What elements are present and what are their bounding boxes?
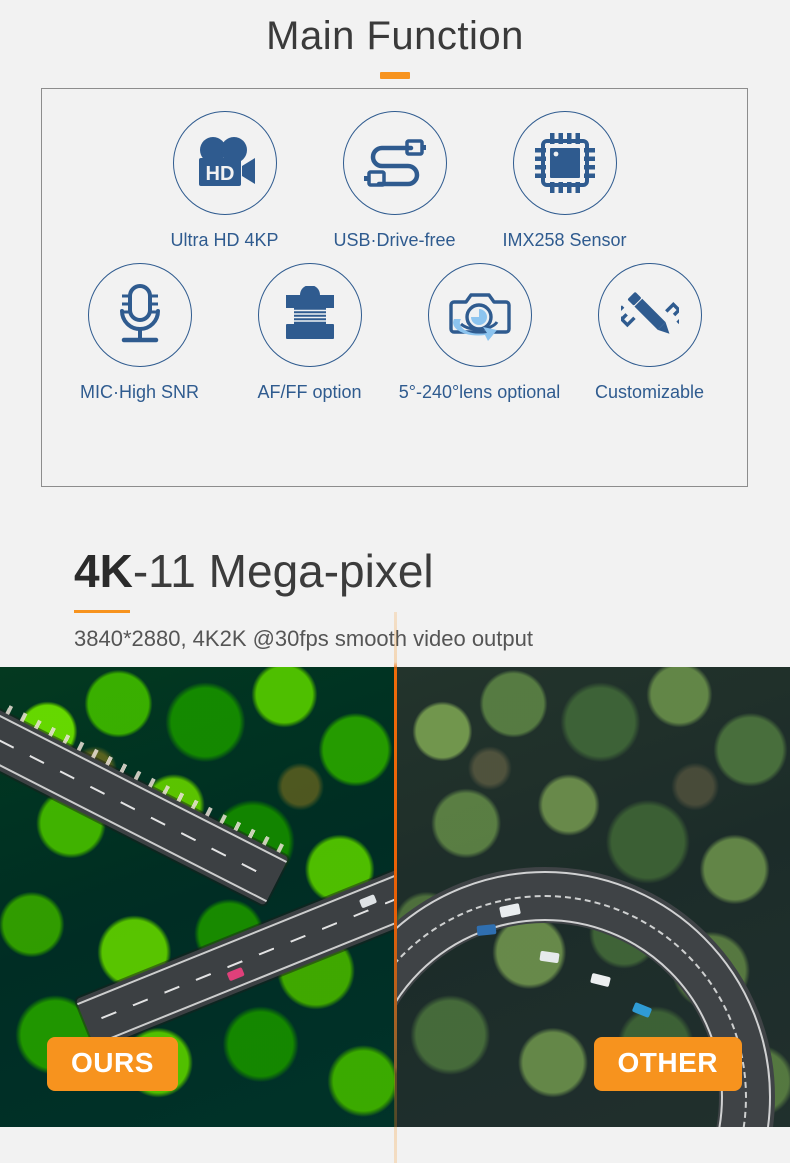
headline-subtitle: 3840*2880, 4K2K @30fps smooth video outp… bbox=[74, 626, 533, 651]
feature-item-mic-high-snr[interactable]: MIC·High SNR bbox=[55, 263, 225, 403]
camera-rotate-icon bbox=[427, 263, 532, 367]
feature-label: Customizable bbox=[594, 382, 705, 402]
usb-cable-icon bbox=[342, 111, 447, 215]
lens-focus-icon bbox=[257, 263, 362, 367]
feature-label: Ultra HD 4KP bbox=[170, 230, 279, 250]
svg-text:HD: HD bbox=[205, 163, 234, 185]
headline-block: 4K-11 Mega-pixel 3840*2880, 4K2K @30fps … bbox=[74, 540, 533, 653]
feature-item-customizable[interactable]: Customizable bbox=[565, 263, 735, 403]
feature-row-1: HD Ultra HD 4KP USB·Drive-free IMX258 Se… bbox=[42, 111, 747, 251]
tag-ours: OURS bbox=[47, 1037, 178, 1091]
chip-sensor-icon bbox=[512, 111, 617, 215]
car bbox=[226, 966, 245, 982]
headline-text: 4K-11 Mega-pixel bbox=[74, 540, 533, 602]
microphone-icon bbox=[87, 263, 192, 367]
camcorder-hd-icon: HD bbox=[172, 111, 277, 215]
feature-row-2: MIC·High SNR AF/FF option 5°-240°lens op… bbox=[42, 263, 747, 403]
feature-item-usb-drive-free[interactable]: USB·Drive-free bbox=[310, 111, 480, 251]
headline-accent-underline bbox=[74, 610, 130, 613]
feature-label: USB·Drive-free bbox=[333, 230, 456, 250]
tag-other: OTHER bbox=[593, 1037, 742, 1091]
page-title: Main Function bbox=[266, 14, 524, 58]
feature-item-imx258-sensor[interactable]: IMX258 Sensor bbox=[480, 111, 650, 251]
feature-item-lens-optional[interactable]: 5°-240°lens optional bbox=[395, 263, 565, 403]
headline-strong: 4K bbox=[74, 545, 133, 597]
feature-label: IMX258 Sensor bbox=[502, 230, 627, 250]
comparison-divider bbox=[394, 612, 397, 1163]
headline-rest: -11 Mega-pixel bbox=[132, 545, 434, 597]
pencil-ruler-icon bbox=[597, 263, 702, 367]
feature-item-ultra-hd[interactable]: HD Ultra HD 4KP bbox=[140, 111, 310, 251]
feature-label: 5°-240°lens optional bbox=[398, 382, 561, 402]
feature-box: HD Ultra HD 4KP USB·Drive-free IMX258 Se… bbox=[41, 88, 748, 487]
feature-label: AF/FF option bbox=[257, 382, 362, 402]
title-accent-underline bbox=[380, 72, 410, 79]
feature-item-af-ff-option[interactable]: AF/FF option bbox=[225, 263, 395, 403]
page-header: Main Function bbox=[0, 0, 790, 79]
feature-label: MIC·High SNR bbox=[79, 382, 199, 402]
car bbox=[476, 924, 497, 936]
